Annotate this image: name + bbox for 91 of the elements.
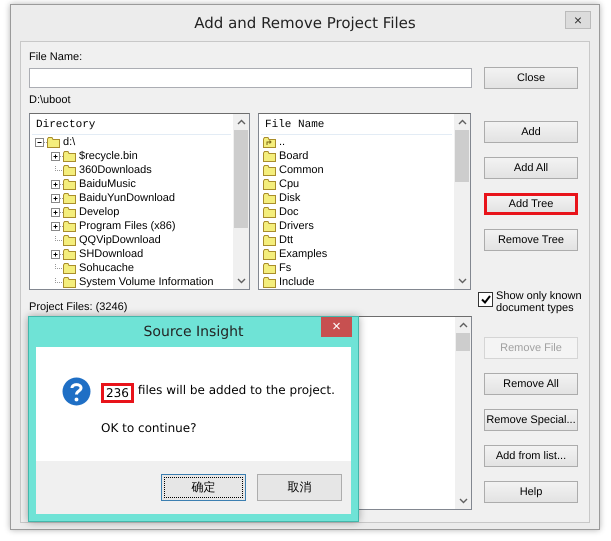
dialog-button[interactable]: Help bbox=[484, 481, 578, 503]
file-count: 236 bbox=[101, 383, 134, 403]
scroll-down-icon[interactable] bbox=[236, 278, 246, 284]
file-name[interactable]: Drivers bbox=[279, 219, 314, 233]
folder-icon bbox=[63, 164, 76, 176]
file-name[interactable]: Disk bbox=[279, 191, 300, 205]
scrollbar[interactable] bbox=[233, 114, 249, 289]
folder-name[interactable]: BaiduMusic bbox=[79, 177, 136, 191]
folder-icon bbox=[263, 164, 276, 176]
scroll-thumb[interactable] bbox=[455, 130, 469, 182]
dialog-button[interactable]: Add All bbox=[484, 157, 578, 179]
column-header[interactable]: File Name bbox=[261, 116, 452, 135]
file-name[interactable]: Board bbox=[279, 149, 308, 163]
checkbox-label: Show only known document types bbox=[496, 290, 583, 314]
message-text: files will be added to the project. bbox=[138, 383, 335, 399]
expand-icon[interactable] bbox=[50, 208, 63, 216]
folder-icon bbox=[263, 206, 276, 218]
question-icon bbox=[62, 377, 91, 406]
folder-icon bbox=[47, 136, 60, 148]
path-label: D:\uboot bbox=[29, 94, 72, 108]
dialog-button[interactable]: Remove All bbox=[484, 373, 578, 395]
folder-icon bbox=[63, 220, 76, 232]
folder-icon bbox=[263, 248, 276, 260]
folder-name[interactable]: 360Downloads bbox=[79, 163, 152, 177]
close-button[interactable]: × bbox=[565, 11, 591, 29]
scroll-down-icon[interactable] bbox=[458, 498, 468, 504]
scroll-up-icon[interactable] bbox=[458, 119, 466, 125]
file-name[interactable]: Examples bbox=[279, 247, 328, 261]
folder-icon bbox=[263, 234, 276, 246]
folder-icon bbox=[263, 220, 276, 232]
dialog-button[interactable]: Add bbox=[484, 121, 578, 143]
dialog-button[interactable]: Remove Special... bbox=[484, 409, 578, 431]
folder-icon bbox=[63, 206, 76, 218]
folder-name[interactable]: Program Files (x86) bbox=[79, 219, 176, 233]
folder-name[interactable]: SHDownload bbox=[79, 247, 144, 261]
scrollbar[interactable] bbox=[454, 114, 470, 289]
folder-name[interactable]: d:\ bbox=[63, 135, 76, 149]
file-name-field[interactable] bbox=[29, 68, 472, 88]
parent-folder-icon bbox=[263, 136, 276, 148]
check-icon bbox=[480, 295, 490, 304]
expand-icon[interactable] bbox=[50, 152, 63, 160]
dialog-title: Source Insight bbox=[144, 324, 244, 340]
project-files-label: Project Files: (3246) bbox=[29, 300, 128, 314]
collapse-icon[interactable] bbox=[34, 138, 47, 146]
file-name[interactable]: Dtt bbox=[279, 233, 294, 247]
folder-name[interactable]: Sohucache bbox=[79, 261, 134, 275]
scroll-thumb[interactable] bbox=[234, 130, 248, 228]
dialog-button[interactable]: Add Tree bbox=[484, 193, 578, 215]
dialog-button[interactable]: 确定 bbox=[161, 474, 246, 501]
dialog-button[interactable]: Close bbox=[484, 67, 578, 89]
scroll-up-icon[interactable] bbox=[458, 322, 468, 328]
folder-name[interactable]: BaiduYunDownload bbox=[79, 191, 176, 205]
folder-icon bbox=[263, 150, 276, 162]
scroll-thumb[interactable] bbox=[456, 333, 470, 351]
checkbox[interactable] bbox=[478, 292, 493, 307]
dialog-button[interactable]: 取消 bbox=[257, 474, 342, 501]
folder-name[interactable]: QQVipDownload bbox=[79, 233, 161, 247]
expand-icon[interactable] bbox=[50, 250, 63, 258]
dialog-button[interactable]: Add from list... bbox=[484, 445, 578, 467]
file-name[interactable]: Fs bbox=[279, 261, 292, 275]
field-label: File Name: bbox=[29, 50, 84, 64]
expand-icon[interactable] bbox=[50, 180, 63, 188]
file-name[interactable]: Common bbox=[279, 163, 324, 177]
folder-icon bbox=[63, 234, 76, 246]
folder-icon bbox=[263, 276, 276, 288]
folder-icon bbox=[63, 248, 76, 260]
file-name[interactable]: .. bbox=[279, 135, 286, 149]
window-title: Add and Remove Project Files bbox=[194, 14, 416, 32]
file-name[interactable]: Include bbox=[279, 275, 314, 289]
dialog-button[interactable]: Remove Tree bbox=[484, 229, 578, 251]
folder-name[interactable]: $recycle.bin bbox=[79, 149, 138, 163]
scroll-down-icon[interactable] bbox=[458, 278, 466, 284]
folder-icon bbox=[63, 178, 76, 190]
column-header[interactable]: Directory bbox=[32, 116, 231, 135]
scroll-up-icon[interactable] bbox=[236, 119, 246, 125]
folder-name[interactable]: System Volume Information bbox=[79, 275, 214, 289]
folder-name[interactable]: Develop bbox=[79, 205, 120, 219]
close-button[interactable]: × bbox=[321, 317, 352, 337]
folder-icon bbox=[63, 262, 76, 274]
scrollbar[interactable] bbox=[455, 317, 471, 509]
folder-icon bbox=[63, 192, 76, 204]
folder-icon bbox=[263, 192, 276, 204]
folder-icon bbox=[263, 262, 276, 274]
file-name[interactable]: Doc bbox=[279, 205, 299, 219]
expand-icon[interactable] bbox=[50, 194, 63, 202]
folder-icon bbox=[63, 150, 76, 162]
folder-icon bbox=[63, 276, 76, 288]
folder-icon bbox=[263, 178, 276, 190]
question-text: OK to continue? bbox=[101, 421, 198, 435]
expand-icon[interactable] bbox=[50, 222, 63, 230]
file-name[interactable]: Cpu bbox=[279, 177, 300, 191]
